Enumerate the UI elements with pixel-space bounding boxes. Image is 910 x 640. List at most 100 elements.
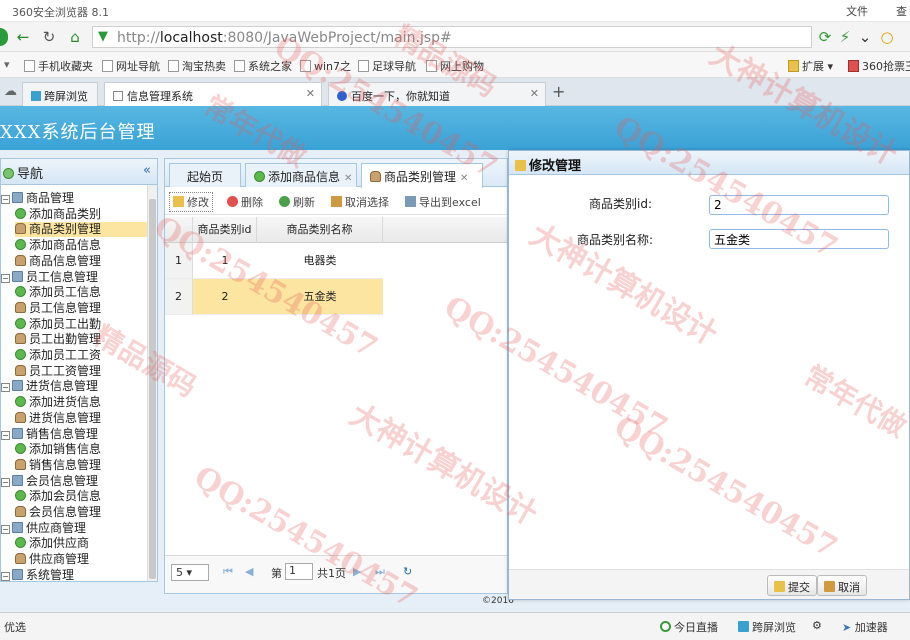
close-icon[interactable]: ✕ — [460, 173, 468, 184]
nav-group[interactable]: − 会员信息管理 — [1, 474, 147, 489]
lightning-icon[interactable]: ⚡ — [836, 28, 854, 46]
bookmark-item[interactable]: win7之 — [300, 58, 351, 74]
bookmark-item[interactable]: 系统之家 — [234, 58, 292, 74]
ticket-extension-button[interactable]: 360抢票王 — [848, 58, 910, 74]
collapse-toggle-icon[interactable]: − — [1, 571, 10, 581]
bookmark-item[interactable]: 网址导航 — [102, 58, 160, 74]
nav-group[interactable]: − 销售信息管理 — [1, 427, 147, 442]
nav-item[interactable]: 添加商品信息 — [15, 238, 147, 253]
new-tab-button[interactable]: + — [552, 82, 565, 101]
next-page-icon[interactable]: ▶ — [353, 565, 361, 578]
nav-item-label: 会员信息管理 — [26, 473, 99, 488]
cancel-selection-button[interactable]: 取消选择 — [331, 194, 389, 210]
nav-item[interactable]: 添加员工出勤 — [15, 317, 147, 332]
nav-item[interactable]: 会员信息管理 — [15, 505, 147, 520]
chevron-down-icon[interactable]: ⌄ — [856, 28, 874, 46]
grid-header-id[interactable]: 商品类别id — [193, 217, 257, 243]
dialog-header[interactable]: 修改管理 — [509, 151, 909, 175]
live-button[interactable]: 今日直播 — [660, 619, 718, 635]
nav-item[interactable]: 添加供应商 — [15, 536, 147, 551]
page-number-input[interactable]: 1 — [285, 563, 313, 580]
collapse-toggle-icon[interactable]: − — [1, 195, 10, 204]
tab-category-manage[interactable]: 商品类别管理 ✕ — [361, 163, 483, 188]
nav-item[interactable]: 商品类别管理 — [15, 222, 147, 238]
accelerator-button[interactable]: ➤ 加速器 — [842, 619, 888, 635]
collapse-toggle-icon[interactable]: − — [1, 273, 10, 283]
nav-item[interactable]: 添加商品类别 — [15, 207, 147, 222]
nav-item[interactable]: 员工信息管理 — [15, 301, 147, 316]
page-size-select[interactable]: 5 ▾ — [171, 564, 209, 581]
nav-group[interactable]: − 供应商管理 — [1, 521, 147, 536]
first-page-icon[interactable]: ⏮ — [223, 565, 233, 579]
grid-cell-name[interactable]: 五金类 — [257, 279, 383, 315]
nav-item[interactable]: 销售信息管理 — [15, 458, 147, 473]
close-icon[interactable]: ✕ — [344, 173, 352, 184]
bookmark-item[interactable]: 网上购物 — [426, 58, 484, 74]
nav-item[interactable]: 进货信息管理 — [15, 411, 147, 426]
edit-button[interactable]: 修改 — [169, 192, 213, 212]
browser-tab-cross-screen[interactable]: 跨屏浏览 — [22, 82, 98, 106]
nav-group[interactable]: − 员工信息管理 — [1, 270, 147, 285]
pager-refresh-icon[interactable]: ↻ — [403, 565, 412, 578]
close-icon[interactable]: ✕ — [306, 87, 315, 100]
last-page-icon[interactable]: ⏭ — [375, 565, 385, 579]
category-name-field[interactable] — [709, 229, 889, 249]
nav-item-label: 添加员工工资 — [29, 348, 102, 362]
grid-cell-name[interactable]: 电器类 — [257, 243, 383, 279]
refresh-circle-icon[interactable]: ⟳ — [816, 28, 834, 46]
delete-button[interactable]: 删除 — [227, 194, 263, 210]
collapse-toggle-icon[interactable]: − — [1, 524, 10, 534]
close-icon[interactable]: ✕ — [530, 87, 539, 100]
category-id-field[interactable] — [709, 195, 889, 215]
nav-group[interactable]: − 进货信息管理 — [1, 379, 147, 394]
reload-icon[interactable]: ↻ — [40, 28, 58, 46]
bookmark-item[interactable]: 手机收藏夹 — [24, 58, 93, 74]
nav-item-label: 添加商品类别 — [29, 206, 102, 221]
nav-item[interactable]: 添加销售信息 — [15, 442, 147, 457]
cancel-button[interactable]: 取消 — [817, 575, 867, 596]
nav-item-label: 添加供应商 — [29, 536, 90, 551]
bookmark-item[interactable]: 淘宝热卖 — [168, 58, 226, 74]
nav-item[interactable]: 添加员工信息 — [15, 285, 147, 300]
nav-item[interactable]: 添加员工工资 — [15, 348, 147, 363]
nav-item[interactable]: 员工工资管理 — [15, 364, 147, 379]
bookmarks-menu-icon[interactable]: ▾ — [4, 58, 10, 71]
cloud-icon[interactable]: ☁ — [4, 84, 17, 99]
refresh-button[interactable]: 刷新 — [279, 194, 315, 210]
app-header: XXX系统后台管理 — [0, 106, 910, 150]
collapse-toggle-icon[interactable]: − — [1, 430, 10, 440]
menu-file[interactable]: 文件 — [846, 3, 868, 19]
submit-button[interactable]: 提交 — [767, 575, 817, 596]
nav-item[interactable]: 员工出勤管理 — [15, 332, 147, 347]
collapse-icon[interactable]: « — [143, 163, 151, 178]
search-engine-icon[interactable]: ○ — [878, 28, 896, 46]
nav-item[interactable]: 添加会员信息 — [15, 489, 147, 504]
settings-icon[interactable]: ⚙ — [812, 619, 822, 632]
collapse-toggle-icon[interactable]: − — [1, 383, 10, 393]
menu-view[interactable]: 查 — [896, 3, 907, 19]
browser-tab-info-system[interactable]: 信息管理系统 ✕ — [104, 82, 322, 106]
export-excel-button[interactable]: 导出到excel — [405, 194, 481, 210]
grid-cell-id[interactable]: 1 — [193, 243, 257, 279]
nav-group[interactable]: − 商品管理 — [1, 191, 147, 206]
collapse-toggle-icon[interactable]: − — [1, 477, 10, 487]
cross-screen-button[interactable]: 跨屏浏览 — [738, 619, 796, 635]
nav-item[interactable]: 添加进货信息 — [15, 395, 147, 410]
bookmark-item[interactable]: 足球导航 — [358, 58, 416, 74]
extensions-button[interactable]: 扩展 ▾ — [788, 58, 833, 74]
home-icon[interactable]: ⌂ — [66, 28, 84, 46]
nav-item[interactable]: 供应商管理 — [15, 552, 147, 567]
back-arrow-icon[interactable]: ← — [14, 28, 32, 46]
address-bar[interactable]: ▼ http://localhost:8080/JavaWebProject/m… — [92, 26, 812, 48]
browser-tab-baidu[interactable]: 百度一下，你就知道 ✕ — [328, 82, 546, 106]
prev-page-icon[interactable]: ◀ — [245, 565, 253, 578]
nav-scrollbar[interactable] — [147, 185, 157, 581]
tab-add-product[interactable]: 添加商品信息 ✕ — [245, 163, 357, 187]
tab-home[interactable]: 起始页 — [169, 163, 241, 187]
nav-item[interactable]: 商品信息管理 — [15, 254, 147, 269]
undo-icon — [824, 581, 835, 592]
grid-header-name[interactable]: 商品类别名称 — [257, 217, 383, 243]
nav-scrollbar-thumb[interactable] — [149, 199, 156, 579]
grid-cell-id[interactable]: 2 — [193, 279, 257, 315]
nav-group[interactable]: − 系统管理 — [1, 568, 147, 583]
